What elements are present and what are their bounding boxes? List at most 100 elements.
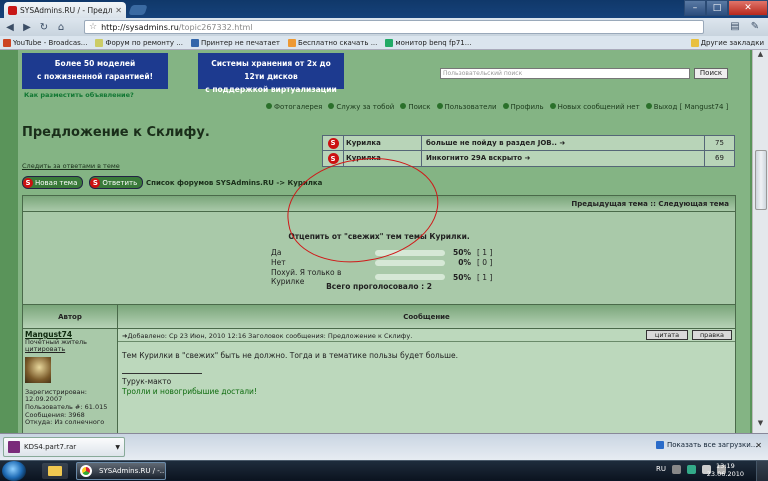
url-path: /topic267332.html [178, 22, 253, 32]
link-new-messages[interactable]: Новых сообщений нет [550, 103, 640, 111]
search-button[interactable]: Поиск [694, 68, 728, 79]
poll-percent: 50% [453, 272, 471, 282]
topic-cell[interactable]: больше не пойду в раздел JOB.. ➜ [421, 136, 704, 150]
ad-banner-left[interactable]: Более 50 моделей с пожизненной гарантией… [22, 53, 168, 89]
close-tab-icon[interactable]: ✕ [115, 6, 122, 15]
link-profile[interactable]: Профиль [503, 103, 544, 111]
forward-icon[interactable]: ▶ [20, 21, 34, 33]
close-window-button[interactable]: ✕ [728, 0, 768, 16]
top-links: Фотогалерея Служу за тобой Поиск Пользов… [266, 103, 728, 111]
table-row: S Курилка больше не пойду в раздел JOB..… [323, 136, 734, 151]
post-header-text: Добавлено: Ср 23 Июн, 2010 12:16 Заголов… [127, 332, 413, 340]
link-users[interactable]: Пользователи [437, 103, 497, 111]
other-bookmarks[interactable]: Другие закладки [690, 38, 764, 47]
search-input[interactable]: Пользовательский поиск [440, 68, 690, 79]
link-gallery[interactable]: Фотогалерея [266, 103, 322, 111]
how-to-ad-link[interactable]: Как разместить объявление? [24, 91, 134, 99]
url-host: http://sysadmins.ru [101, 22, 179, 32]
reply-button[interactable]: S Ответить [89, 176, 144, 189]
ad-banner-right[interactable]: Системы хранения от 2х до 12ти дисков с … [198, 53, 344, 94]
forum-cell[interactable]: Курилка [343, 151, 421, 166]
quote-button[interactable]: цитата [646, 330, 688, 340]
show-all-downloads-link[interactable]: Показать все загрузки... [656, 441, 757, 449]
show-desktop-button[interactable] [756, 461, 768, 481]
page-icon [190, 38, 199, 47]
forum-s-icon: S [90, 177, 101, 188]
quote-author-link[interactable]: цитировать [25, 346, 115, 354]
tray-app-icon[interactable] [687, 465, 696, 474]
link-logout[interactable]: Выход [ Mangust74 ] [646, 103, 729, 111]
download-item[interactable]: KDS4.part7.rar ▼ [3, 437, 125, 457]
signature-link[interactable]: Тролли и новогрибышие достали! [122, 387, 257, 397]
wrench-icon[interactable]: ✎ [748, 20, 762, 32]
downloads-shelf: KDS4.part7.rar ▼ Показать все загрузки..… [0, 433, 768, 460]
bookmark-monitor[interactable]: монитор benq fp71... [385, 38, 471, 47]
scrollbar-thumb[interactable] [755, 150, 767, 210]
poll-question: Отцепить от "свежих" тем темы Курилки. [288, 232, 470, 241]
new-topic-button[interactable]: S Новая тема [22, 176, 84, 189]
address-bar[interactable]: ☆ http://sysadmins.ru/topic267332.html [84, 20, 704, 34]
browser-tab[interactable]: SYSAdmins.RU / - Предл... ✕ [4, 2, 126, 18]
reply-label: Ответить [102, 178, 138, 187]
bookmark-download[interactable]: Бесплатно скачать ... [288, 38, 377, 47]
vertical-scrollbar[interactable]: ▲ ▼ [752, 50, 768, 433]
last-post-icon[interactable]: ➜ [525, 154, 531, 162]
close-shelf-icon[interactable]: ✕ [755, 441, 762, 450]
page-viewport: Более 50 моделей с пожизненной гарантией… [0, 50, 768, 433]
edit-button[interactable]: правка [692, 330, 732, 340]
thread-navigation[interactable]: Предыдущая тема :: Следующая тема [23, 196, 735, 212]
poll-bar [375, 274, 445, 280]
page-menu-icon[interactable]: ▤ [728, 20, 742, 32]
maximize-button[interactable]: □ [706, 0, 728, 16]
recent-topics-table: S Курилка больше не пойду в раздел JOB..… [322, 135, 735, 167]
topic-link[interactable]: больше не пойду в раздел JOB.. [426, 139, 557, 147]
back-icon[interactable]: ◀ [3, 21, 17, 33]
breadcrumb[interactable]: Список форумов SYSAdmins.RU -> Курилка [146, 179, 322, 187]
poll-votes: [ 1 ] [477, 272, 493, 282]
avatar [25, 356, 51, 383]
post-row: Mangust74 Почётный житель цитировать Зар… [23, 329, 735, 433]
poll-votes: [ 0 ] [477, 258, 493, 267]
poll-bar [375, 249, 445, 256]
banner-line: с пожизненной гарантией! [36, 72, 154, 81]
banner-line: Системы хранения от 2х до 12ти дисков [211, 59, 331, 81]
action-row: S Новая тема S Ответить [22, 176, 144, 189]
topic-container: Предыдущая тема :: Следующая тема Отцепи… [22, 195, 736, 433]
task-label: SYSAdmins.RU / -... [99, 467, 166, 475]
download-filename: KDS4.part7.rar [24, 443, 77, 451]
forum-cell[interactable]: Курилка [343, 136, 421, 150]
scroll-down-icon[interactable]: ▼ [753, 419, 768, 433]
bookmark-youtube[interactable]: YouTube - Broadcas... [3, 38, 87, 47]
link-search[interactable]: Поиск [400, 103, 430, 111]
forum-s-icon: S [327, 153, 339, 164]
minimize-button[interactable]: – [684, 0, 706, 16]
explorer-button[interactable] [42, 463, 68, 479]
scroll-up-icon[interactable]: ▲ [753, 50, 768, 64]
poll-percent: 0% [458, 258, 471, 267]
signature-line: Турук-макто [122, 377, 172, 386]
post-author-panel: Mangust74 Почётный житель цитировать Зар… [23, 329, 118, 433]
search-form: Пользовательский поиск Поиск [440, 68, 728, 79]
clock-date: 23.06.2010 [706, 470, 744, 478]
watch-topic-link[interactable]: Следить за ответами в теме [22, 162, 120, 170]
star-icon[interactable]: ☆ [89, 22, 97, 32]
chevron-down-icon[interactable]: ▼ [115, 444, 120, 451]
clock[interactable]: 13:19 23.06.2010 [707, 462, 744, 478]
bookmark-printer[interactable]: Принтер не печатает [190, 38, 280, 47]
last-post-icon[interactable]: ➜ [559, 139, 565, 147]
link-service[interactable]: Служу за тобой [328, 103, 394, 111]
bookmark-forum[interactable]: Форум по ремонту ... [95, 38, 183, 47]
author-column-header: Автор [23, 305, 118, 328]
topic-link[interactable]: Инкогнито 29А вскрыто [426, 154, 522, 162]
start-button[interactable] [2, 461, 26, 481]
new-tab-button[interactable] [128, 5, 148, 15]
reload-icon[interactable]: ↻ [37, 21, 51, 33]
home-icon[interactable]: ⌂ [54, 21, 68, 33]
language-indicator[interactable]: RU [656, 465, 666, 474]
poll-total: Всего проголосовало : 2 [326, 282, 432, 291]
poll-bar [375, 259, 445, 266]
tray-app-icon[interactable] [672, 465, 681, 474]
author-stat: Откуда: Из солнечного [25, 418, 105, 427]
topic-cell[interactable]: Инкогнито 29А вскрыто ➜ [421, 151, 704, 166]
tab-title: SYSAdmins.RU / - Предл... [20, 5, 113, 15]
